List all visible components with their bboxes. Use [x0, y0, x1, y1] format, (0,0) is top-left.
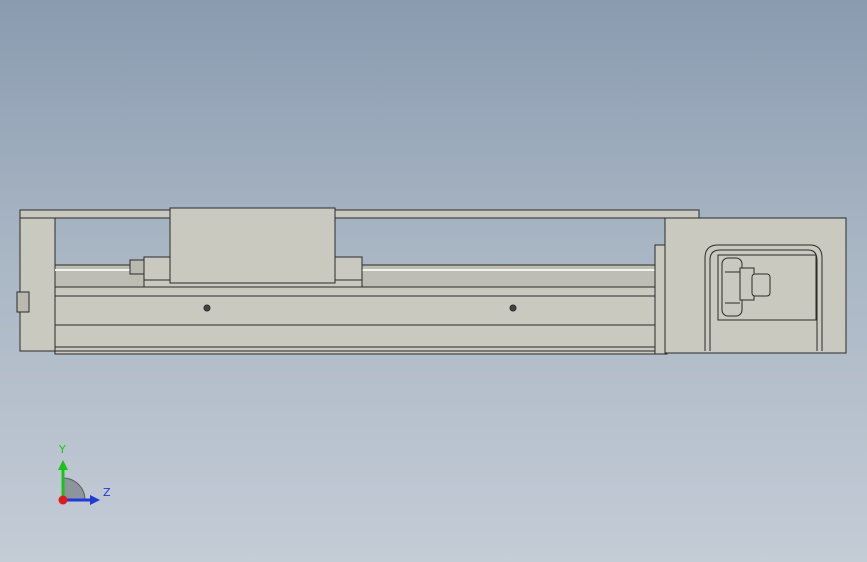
- coupling-shaft: [751, 273, 771, 297]
- linear-actuator-model[interactable]: [0, 0, 867, 562]
- z-axis-label: Z: [103, 486, 111, 499]
- orientation-triad: [58, 460, 100, 505]
- carriage-block: [169, 207, 336, 284]
- main-body: [54, 286, 666, 355]
- x-axis-dot: [58, 495, 68, 505]
- mount-hole-left: [203, 304, 211, 312]
- left-end-boss: [16, 291, 30, 313]
- graphics-viewport[interactable]: Y Z: [0, 0, 867, 562]
- coupling-disc: [721, 257, 743, 317]
- mount-hole-right: [509, 304, 517, 312]
- top-cover-strip: [19, 209, 700, 219]
- y-axis-label: Y: [59, 443, 66, 456]
- left-end-cap: [19, 217, 56, 352]
